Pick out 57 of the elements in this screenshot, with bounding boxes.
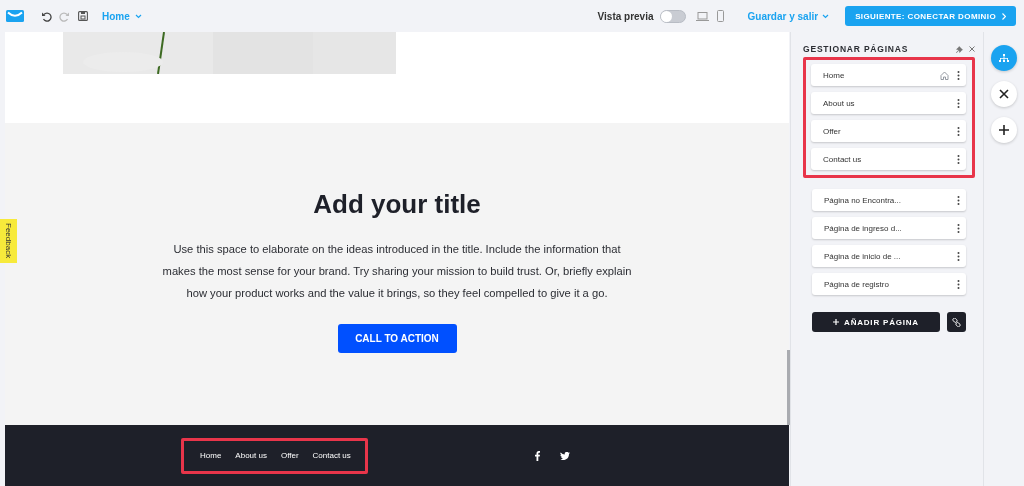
panel-title: GESTIONAR PÁGINAS — [803, 44, 910, 54]
chevron-right-icon — [1002, 12, 1006, 20]
page-item[interactable]: Home — [811, 64, 966, 86]
preview-toggle[interactable] — [659, 9, 686, 23]
phone-icon[interactable] — [716, 10, 724, 22]
chevron-down-icon — [134, 13, 142, 19]
logo-icon[interactable] — [6, 10, 24, 22]
close-icon — [999, 89, 1009, 99]
page-name: Offer — [823, 126, 842, 136]
chevron-down-icon — [822, 13, 830, 19]
page-name: Contact us — [823, 154, 863, 164]
footer-link[interactable]: Offer — [280, 451, 299, 460]
page-item[interactable]: Página de ingreso d... — [812, 217, 966, 239]
page-name: Página no Encontra... — [824, 195, 902, 205]
page-name: Página de ingreso d... — [824, 223, 903, 233]
section-text: Use this space to elaborate on the ideas introduced in the title. Include the information that makes the most sense for your brand. Try sharing your mission to build trust. Or, briefly explain how your product works and the value it brings, so they feel compelled to give it a go. — [161, 242, 633, 301]
save-icon[interactable] — [78, 11, 88, 21]
pages-rail-button[interactable] — [991, 45, 1017, 71]
plus-icon — [999, 125, 1009, 135]
feedback-tab[interactable]: Feedback — [0, 219, 17, 263]
more-icon[interactable] — [957, 251, 960, 261]
more-icon[interactable] — [957, 223, 960, 233]
page-name: Página de registro — [824, 279, 890, 289]
footer-link[interactable]: Home — [200, 451, 222, 460]
page-item[interactable]: Página de registro — [812, 273, 966, 295]
page-item[interactable]: Offer — [811, 120, 966, 142]
call-to-action-button[interactable]: CALL TO ACTION — [337, 324, 457, 353]
plus-icon — [833, 319, 840, 325]
page-name: About us — [823, 98, 856, 108]
more-icon[interactable] — [957, 126, 960, 136]
more-icon[interactable] — [957, 195, 960, 205]
laptop-icon[interactable] — [695, 11, 709, 21]
page-item[interactable]: Página de inicio de ... — [812, 245, 966, 267]
more-icon[interactable] — [957, 154, 960, 164]
page-item[interactable]: About us — [811, 92, 966, 114]
link-icon — [952, 317, 961, 327]
more-icon[interactable] — [957, 98, 960, 108]
section-title: Add your title — [313, 189, 481, 220]
page-item[interactable]: Página no Encontra... — [812, 189, 966, 211]
more-icon[interactable] — [957, 279, 960, 289]
footer-link[interactable]: Contact us — [312, 451, 351, 460]
preview-label: Vista previa — [597, 10, 654, 22]
link-button[interactable] — [947, 312, 966, 332]
twitter-icon[interactable] — [559, 451, 570, 460]
close-icon[interactable] — [969, 46, 975, 52]
close-rail-button[interactable] — [991, 81, 1017, 107]
undo-icon[interactable] — [41, 10, 52, 22]
more-icon[interactable] — [957, 70, 960, 80]
add-page-button[interactable]: AÑADIR PÁGINA — [812, 312, 940, 332]
add-rail-button[interactable] — [991, 117, 1017, 143]
page-name: Página de inicio de ... — [824, 251, 902, 261]
facebook-icon[interactable] — [534, 450, 540, 461]
page-name: Home — [823, 70, 846, 80]
page-item[interactable]: Contact us — [811, 148, 966, 170]
sitemap-icon — [999, 54, 1009, 62]
footer-link[interactable]: About us — [235, 451, 267, 460]
pin-icon[interactable] — [956, 45, 963, 53]
